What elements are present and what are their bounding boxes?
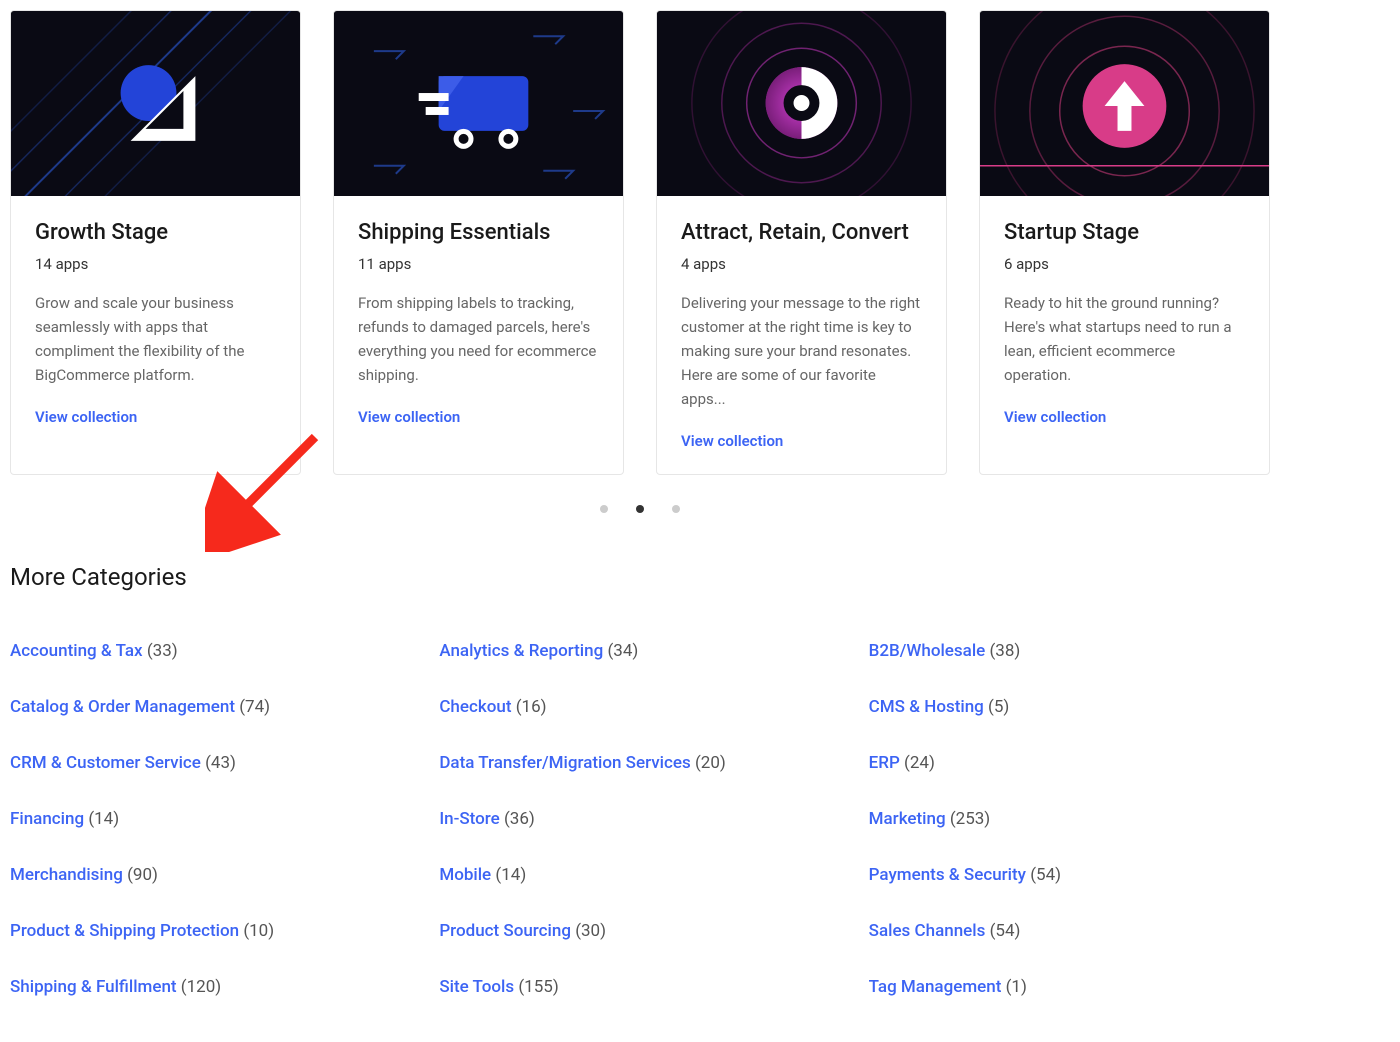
category-link[interactable]: Marketing	[869, 809, 946, 829]
category-count: (1)	[1006, 977, 1027, 997]
more-categories-heading: More Categories	[10, 563, 1270, 591]
category-link[interactable]: Catalog & Order Management	[10, 697, 235, 717]
card-image	[657, 11, 946, 196]
category-count: (14)	[88, 809, 119, 829]
category-link[interactable]: CMS & Hosting	[869, 697, 984, 717]
carousel-pagination	[10, 505, 1270, 513]
card-title: Startup Stage	[1004, 220, 1245, 245]
category-count: (14)	[495, 865, 526, 885]
category-item: Tag Management (1)	[869, 977, 1270, 997]
category-link[interactable]: B2B/Wholesale	[869, 641, 986, 661]
card-title: Attract, Retain, Convert	[681, 220, 922, 245]
card-image	[980, 11, 1269, 196]
card-image	[11, 11, 300, 196]
category-item: Analytics & Reporting (34)	[439, 641, 840, 661]
category-item: Marketing (253)	[869, 809, 1270, 829]
category-count: (10)	[243, 921, 274, 941]
category-link[interactable]: In-Store	[439, 809, 499, 829]
category-link[interactable]: Analytics & Reporting	[439, 641, 603, 661]
category-count: (54)	[1030, 865, 1061, 885]
category-count: (30)	[575, 921, 606, 941]
category-link[interactable]: Product & Shipping Protection	[10, 921, 239, 941]
category-count: (43)	[205, 753, 236, 773]
pagination-dot-1[interactable]	[600, 505, 608, 513]
category-item: Sales Channels (54)	[869, 921, 1270, 941]
view-collection-link[interactable]: View collection	[681, 432, 783, 450]
collection-card-startup[interactable]: Startup Stage 6 apps Ready to hit the gr…	[979, 10, 1270, 475]
category-item: Data Transfer/Migration Services (20)	[439, 753, 840, 773]
category-item: Financing (14)	[10, 809, 411, 829]
category-link[interactable]: Merchandising	[10, 865, 123, 885]
category-count: (74)	[239, 697, 270, 717]
category-count: (155)	[518, 977, 558, 997]
category-item: ERP (24)	[869, 753, 1270, 773]
card-description: Ready to hit the ground running? Here's …	[1004, 291, 1245, 387]
category-link[interactable]: Financing	[10, 809, 84, 829]
pagination-dot-2[interactable]	[636, 505, 644, 513]
category-count: (16)	[516, 697, 547, 717]
card-apps-count: 4 apps	[681, 255, 922, 273]
category-item: CMS & Hosting (5)	[869, 697, 1270, 717]
category-link[interactable]: Site Tools	[439, 977, 514, 997]
view-collection-link[interactable]: View collection	[1004, 408, 1106, 426]
category-count: (253)	[950, 809, 990, 829]
pagination-dot-3[interactable]	[672, 505, 680, 513]
category-count: (54)	[990, 921, 1021, 941]
collection-card-attract[interactable]: Attract, Retain, Convert 4 apps Deliveri…	[656, 10, 947, 475]
category-link[interactable]: Shipping & Fulfillment	[10, 977, 177, 997]
category-link[interactable]: Tag Management	[869, 977, 1002, 997]
category-count: (20)	[695, 753, 726, 773]
card-description: From shipping labels to tracking, refund…	[358, 291, 599, 387]
card-apps-count: 6 apps	[1004, 255, 1245, 273]
collection-card-growth[interactable]: Growth Stage 14 apps Grow and scale your…	[10, 10, 301, 475]
category-item: Payments & Security (54)	[869, 865, 1270, 885]
category-link[interactable]: CRM & Customer Service	[10, 753, 201, 773]
category-count: (90)	[127, 865, 158, 885]
collection-cards-row: Growth Stage 14 apps Grow and scale your…	[10, 10, 1270, 475]
category-link[interactable]: Sales Channels	[869, 921, 986, 941]
card-apps-count: 11 apps	[358, 255, 599, 273]
category-item: CRM & Customer Service (43)	[10, 753, 411, 773]
card-description: Delivering your message to the right cus…	[681, 291, 922, 411]
category-item: Product Sourcing (30)	[439, 921, 840, 941]
category-link[interactable]: Checkout	[439, 697, 511, 717]
category-item: Catalog & Order Management (74)	[10, 697, 411, 717]
category-count: (24)	[904, 753, 935, 773]
category-item: B2B/Wholesale (38)	[869, 641, 1270, 661]
category-count: (38)	[989, 641, 1020, 661]
card-apps-count: 14 apps	[35, 255, 276, 273]
category-link[interactable]: ERP	[869, 753, 900, 773]
category-count: (33)	[147, 641, 178, 661]
category-count: (34)	[607, 641, 638, 661]
category-link[interactable]: Payments & Security	[869, 865, 1026, 885]
category-link[interactable]: Mobile	[439, 865, 491, 885]
category-link[interactable]: Data Transfer/Migration Services	[439, 753, 690, 773]
category-link[interactable]: Accounting & Tax	[10, 641, 143, 661]
category-link[interactable]: Product Sourcing	[439, 921, 571, 941]
card-title: Growth Stage	[35, 220, 276, 245]
card-title: Shipping Essentials	[358, 220, 599, 245]
category-item: In-Store (36)	[439, 809, 840, 829]
category-item: Product & Shipping Protection (10)	[10, 921, 411, 941]
card-description: Grow and scale your business seamlessly …	[35, 291, 276, 387]
category-item: Checkout (16)	[439, 697, 840, 717]
category-count: (5)	[988, 697, 1009, 717]
category-item: Accounting & Tax (33)	[10, 641, 411, 661]
collection-card-shipping[interactable]: Shipping Essentials 11 apps From shippin…	[333, 10, 624, 475]
category-count: (36)	[504, 809, 535, 829]
view-collection-link[interactable]: View collection	[358, 408, 460, 426]
category-item: Mobile (14)	[439, 865, 840, 885]
category-count: (120)	[181, 977, 221, 997]
category-item: Merchandising (90)	[10, 865, 411, 885]
view-collection-link[interactable]: View collection	[35, 408, 137, 426]
category-item: Shipping & Fulfillment (120)	[10, 977, 411, 997]
category-item: Site Tools (155)	[439, 977, 840, 997]
card-image	[334, 11, 623, 196]
categories-grid: Accounting & Tax (33) Analytics & Report…	[10, 641, 1270, 997]
